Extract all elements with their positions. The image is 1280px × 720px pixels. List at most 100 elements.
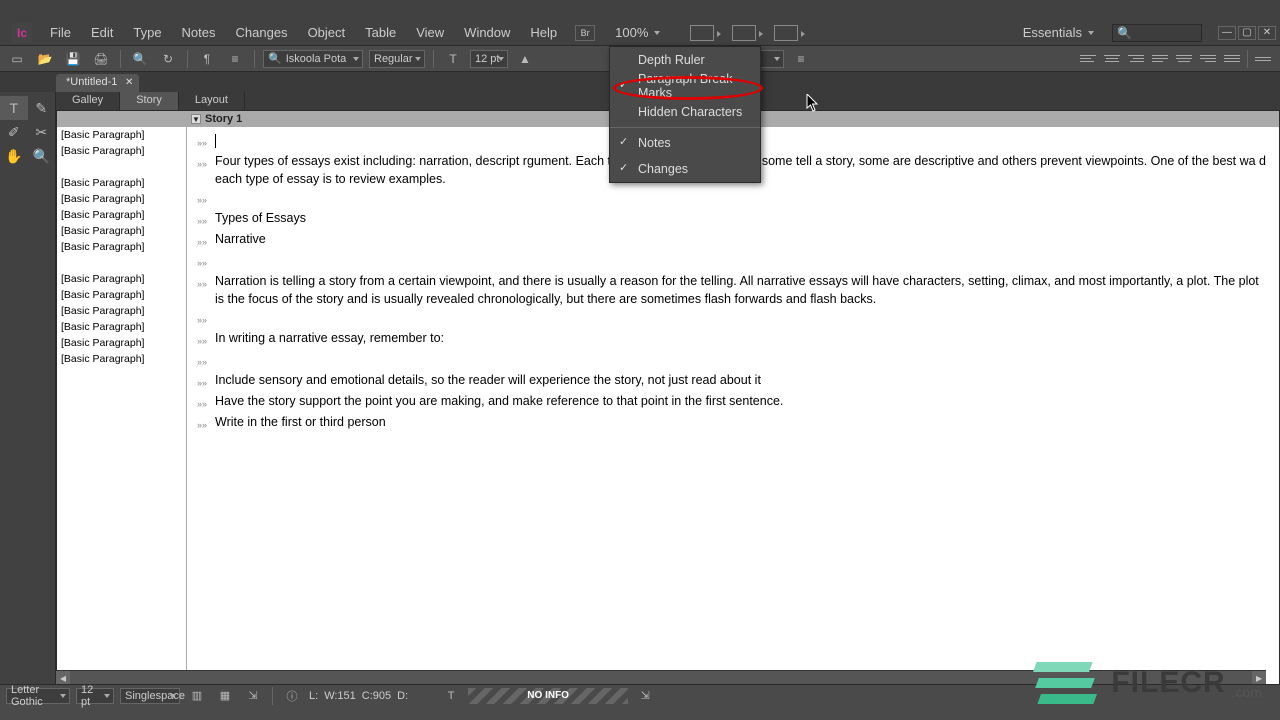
- paragraph[interactable]: »»In writing a narrative essay, remember…: [197, 329, 1269, 350]
- menu-type[interactable]: Type: [123, 21, 171, 44]
- justify-center-button[interactable]: [1173, 50, 1195, 68]
- font-size-select[interactable]: 12 pt: [470, 50, 508, 68]
- paragraph-break-mark-icon: »»: [197, 131, 215, 152]
- app-icon: Ic: [12, 23, 32, 43]
- paragraph[interactable]: »»Have the story support the point you a…: [197, 392, 1269, 413]
- column-icon-2[interactable]: ▦: [214, 687, 236, 705]
- position-tool[interactable]: ✂: [28, 120, 56, 144]
- align-right-button[interactable]: [1125, 50, 1147, 68]
- font-family-select[interactable]: 🔍Iskoola Pota: [263, 50, 363, 68]
- view-options-menu: Depth Ruler✓Paragraph Break MarksHidden …: [609, 46, 761, 183]
- workspace-switcher[interactable]: Essentials: [1015, 22, 1102, 43]
- menu-view[interactable]: View: [406, 21, 454, 44]
- indent-icon[interactable]: ≡: [224, 50, 246, 68]
- more-options-icon[interactable]: [1252, 50, 1274, 68]
- search-input[interactable]: 🔍: [1112, 24, 1202, 42]
- paragraph-break-mark-icon: »»: [197, 392, 215, 413]
- info-icon[interactable]: ⓘ: [281, 687, 303, 705]
- menu-item-notes[interactable]: ✓Notes: [610, 130, 760, 156]
- find-icon[interactable]: 🔍: [129, 50, 151, 68]
- menu-changes[interactable]: Changes: [226, 21, 298, 44]
- paragraph-style-label: [Basic Paragraph]: [57, 175, 186, 191]
- paragraph[interactable]: »»Narrative: [197, 230, 1269, 251]
- arrange-icon[interactable]: [732, 25, 756, 41]
- paragraph[interactable]: »»: [197, 188, 1269, 209]
- paragraph-break-mark-icon: »»: [197, 272, 215, 308]
- paragraph-break-mark-icon: »»: [197, 152, 215, 188]
- text-column[interactable]: ▼Story 1 »»»»Four types of essays exist …: [187, 111, 1279, 695]
- maximize-button[interactable]: ▢: [1238, 26, 1256, 40]
- view-options-icon[interactable]: [774, 25, 798, 41]
- progress-icon[interactable]: T: [440, 687, 462, 705]
- pilcrow-icon[interactable]: ¶: [196, 50, 218, 68]
- align-center-button[interactable]: [1101, 50, 1123, 68]
- expand-right-icon[interactable]: ⇲: [634, 687, 656, 705]
- screen-mode-icon[interactable]: [690, 25, 714, 41]
- menu-help[interactable]: Help: [520, 21, 567, 44]
- change-icon[interactable]: ↻: [157, 50, 179, 68]
- menu-file[interactable]: File: [40, 21, 81, 44]
- tool-panel: T✎ ✐✂ ✋🔍: [0, 92, 56, 696]
- status-size-select[interactable]: 12 pt: [76, 688, 114, 704]
- paragraph[interactable]: »»: [197, 308, 1269, 329]
- font-weight-select[interactable]: Regular: [369, 50, 425, 68]
- zoom-level[interactable]: 100%: [615, 25, 660, 40]
- menu-item-changes[interactable]: ✓Changes: [610, 156, 760, 182]
- justify-left-button[interactable]: [1149, 50, 1171, 68]
- menu-object[interactable]: Object: [298, 21, 356, 44]
- new-icon[interactable]: ▭: [6, 50, 28, 68]
- paragraph-style-label: [Basic Paragraph]: [57, 319, 186, 335]
- open-icon[interactable]: 📂: [34, 50, 56, 68]
- bridge-button[interactable]: Br: [575, 25, 595, 41]
- document-tab[interactable]: *Untitled-1✕: [56, 74, 139, 92]
- size-stepper-icon[interactable]: ▲: [514, 50, 536, 68]
- paragraph-break-mark-icon: »»: [197, 251, 215, 272]
- paragraph-style-label: [Basic Paragraph]: [57, 303, 186, 319]
- chevron-down-icon[interactable]: ▼: [191, 114, 201, 124]
- paragraph-break-mark-icon: »»: [197, 371, 215, 392]
- justify-right-button[interactable]: [1197, 50, 1219, 68]
- status-spacing-select[interactable]: Singlespace: [120, 688, 180, 704]
- justify-all-button[interactable]: [1221, 50, 1243, 68]
- print-icon[interactable]: 🖨: [90, 50, 112, 68]
- menu-bar: Ic FileEditTypeNotesChangesObjectTableVi…: [0, 20, 1280, 46]
- menu-table[interactable]: Table: [355, 21, 406, 44]
- close-button[interactable]: ✕: [1258, 26, 1276, 40]
- note-tool[interactable]: ✎: [28, 96, 56, 120]
- menu-notes[interactable]: Notes: [172, 21, 226, 44]
- minimize-button[interactable]: —: [1218, 26, 1236, 40]
- viewmode-story[interactable]: Story: [120, 92, 179, 110]
- hand-tool[interactable]: ✋: [0, 144, 28, 168]
- expand-icon[interactable]: ⇲: [242, 687, 264, 705]
- menu-item-paragraph-break-marks[interactable]: ✓Paragraph Break Marks: [610, 73, 760, 99]
- paragraph[interactable]: »»Types of Essays: [197, 209, 1269, 230]
- zoom-tool[interactable]: 🔍: [28, 144, 56, 168]
- paragraph-style-label: [Basic Paragraph]: [57, 191, 186, 207]
- menu-item-depth-ruler[interactable]: Depth Ruler: [610, 47, 760, 73]
- status-font-select[interactable]: Letter Gothic: [6, 688, 70, 704]
- char-indicator: C:905: [362, 690, 391, 702]
- close-tab-icon[interactable]: ✕: [125, 77, 133, 88]
- editor: [Basic Paragraph][Basic Paragraph] [Basi…: [56, 110, 1280, 696]
- eyedropper-tool[interactable]: ✐: [0, 120, 28, 144]
- viewmode-galley[interactable]: Galley: [56, 92, 120, 110]
- align-left-button[interactable]: [1077, 50, 1099, 68]
- tracking-icon[interactable]: ≡: [790, 50, 812, 68]
- menu-window[interactable]: Window: [454, 21, 520, 44]
- paragraph[interactable]: »»Narration is telling a story from a ce…: [197, 272, 1269, 308]
- paragraph[interactable]: »»: [197, 350, 1269, 371]
- paragraph[interactable]: »»Write in the first or third person: [197, 413, 1269, 434]
- column-icon[interactable]: ▥: [186, 687, 208, 705]
- type-tool[interactable]: T: [0, 96, 28, 120]
- paragraph-break-mark-icon: »»: [197, 350, 215, 371]
- paragraph-style-label: [Basic Paragraph]: [57, 351, 186, 367]
- size-icon: T: [442, 50, 464, 68]
- save-icon[interactable]: 💾: [62, 50, 84, 68]
- viewmode-layout[interactable]: Layout: [179, 92, 245, 110]
- scroll-left-button[interactable]: ◂: [56, 671, 70, 685]
- menu-item-hidden-characters[interactable]: Hidden Characters: [610, 99, 760, 125]
- paragraph-style-label: [Basic Paragraph]: [57, 143, 186, 159]
- menu-edit[interactable]: Edit: [81, 21, 123, 44]
- paragraph[interactable]: »»: [197, 251, 1269, 272]
- paragraph[interactable]: »»Include sensory and emotional details,…: [197, 371, 1269, 392]
